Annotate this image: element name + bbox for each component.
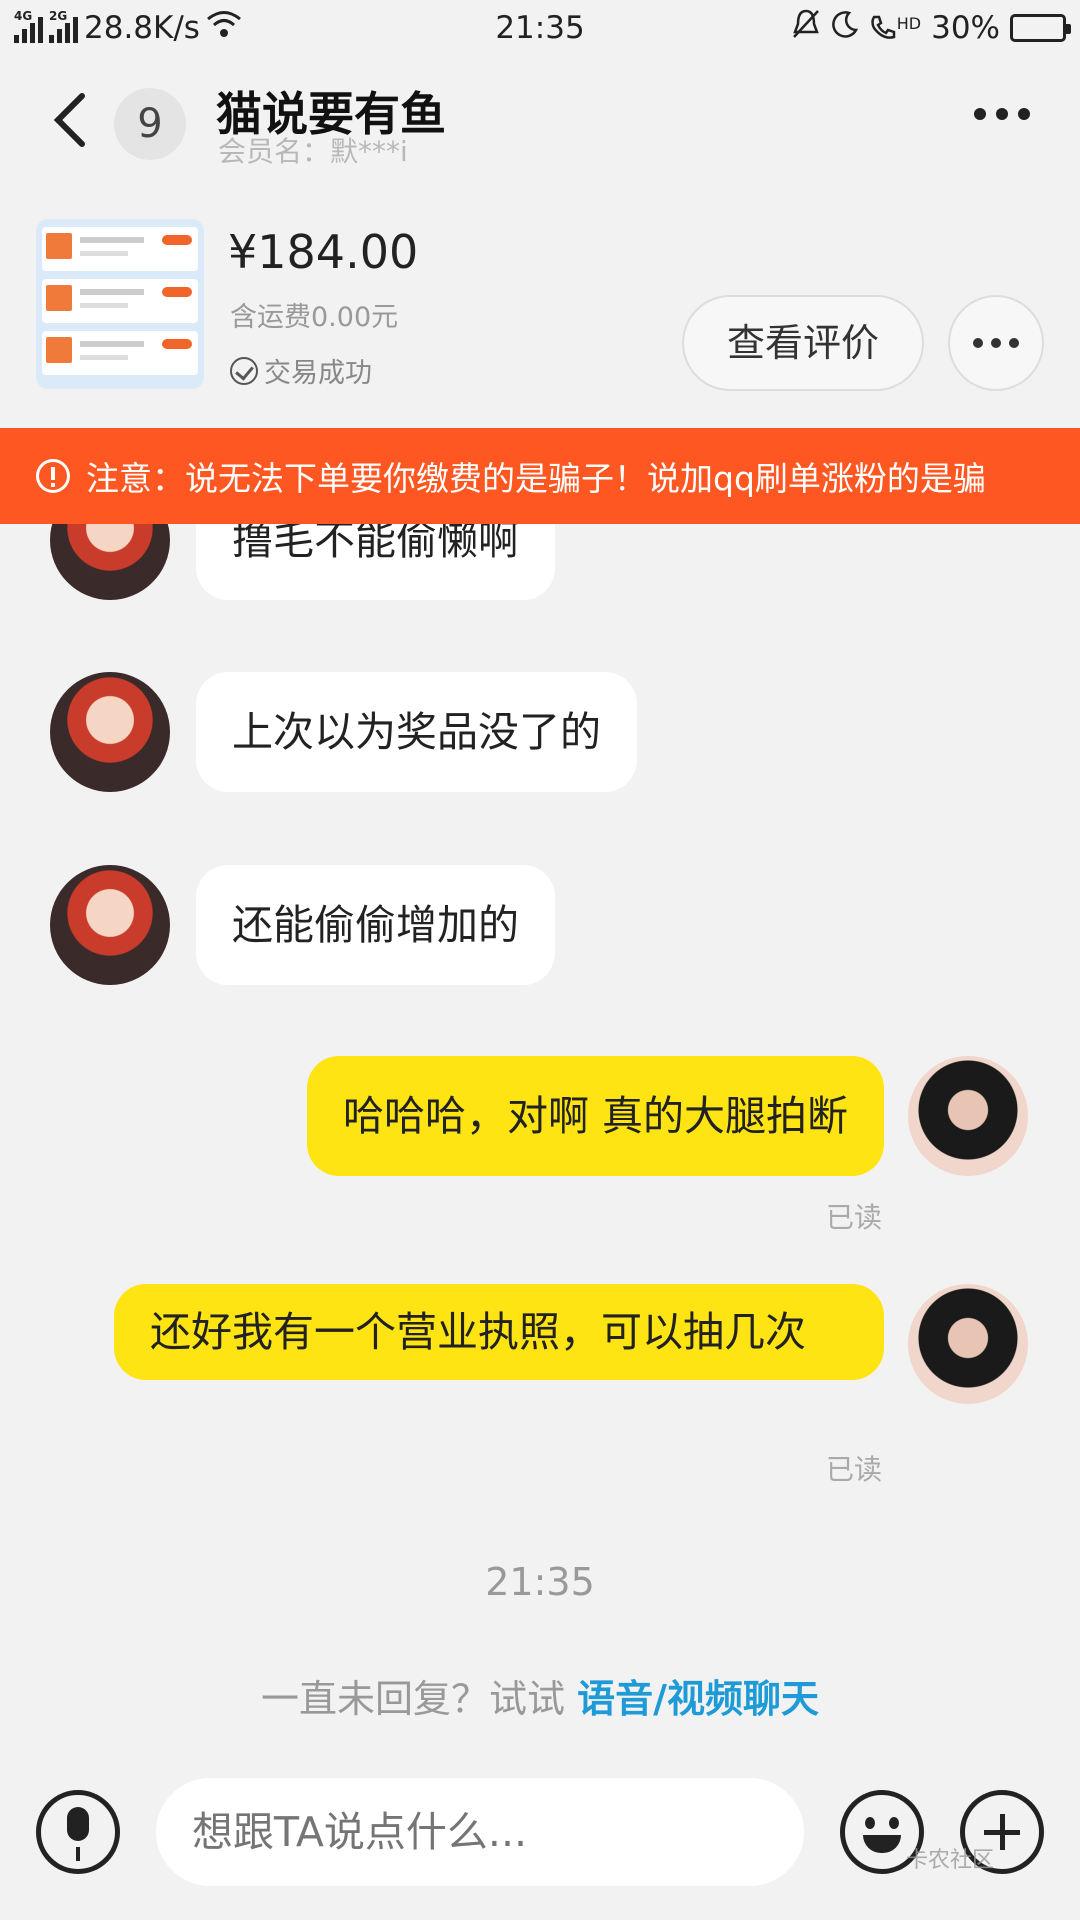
unread-count-badge[interactable]: 9	[114, 88, 186, 160]
message-bubble-outgoing[interactable]: 还好我有一个营业执照，可以抽几次	[114, 1284, 884, 1380]
coupon-graphic	[42, 331, 198, 375]
back-button[interactable]	[50, 90, 90, 150]
read-receipt: 已读	[826, 1453, 883, 1486]
battery-icon	[1010, 14, 1071, 42]
voice-video-call-link[interactable]: 语音/视频聊天	[577, 1677, 819, 1721]
call-suggestion-text: 一直未回复？试试	[261, 1677, 578, 1721]
message-input[interactable]	[156, 1778, 804, 1886]
status-right: HD 30%	[791, 8, 1071, 48]
check-circle-icon	[230, 356, 258, 385]
shipping-fee: 含运费0.00元	[230, 302, 399, 333]
my-avatar[interactable]	[908, 1056, 1028, 1176]
read-receipt: 已读	[826, 1201, 883, 1234]
order-status: 交易成功	[230, 351, 372, 390]
coupon-graphic	[42, 227, 198, 271]
chat-header: 9 猫说要有鱼 会员名：默***i	[0, 60, 1080, 190]
microphone-button[interactable]	[36, 1790, 120, 1874]
message-bubble-outgoing[interactable]: 哈哈哈，对啊 真的大腿拍断	[306, 1056, 884, 1176]
contact-avatar[interactable]	[50, 672, 170, 792]
message-bubble-incoming[interactable]: 上次以为奖品没了的	[196, 672, 637, 792]
my-avatar[interactable]	[908, 1284, 1028, 1404]
watermark-logo: 卡农社区	[906, 1848, 995, 1873]
member-name: 会员名：默***i	[218, 135, 408, 168]
coupon-graphic	[42, 279, 198, 323]
order-card[interactable]: ¥184.00 含运费0.00元 交易成功 查看评价	[0, 215, 1080, 395]
moon-icon	[831, 10, 859, 46]
chat-timestamp: 21:35	[485, 1560, 595, 1604]
order-status-label: 交易成功	[264, 358, 372, 389]
mute-bell-icon	[791, 8, 821, 48]
more-options-button[interactable]	[974, 108, 1030, 120]
order-price: ¥184.00	[228, 225, 419, 279]
product-thumbnail[interactable]	[36, 219, 204, 389]
fraud-warning-banner: 注意：说无法下单要你缴费的是骗子！说加qq刷单涨粉的是骗	[0, 428, 1080, 524]
status-bar: 4G 2G 28.8K/s 21:35 HD 30%	[0, 0, 1080, 56]
warning-text: 注意：说无法下单要你缴费的是骗子！说加qq刷单涨粉的是骗	[86, 459, 986, 498]
hd-call-icon: HD	[869, 14, 921, 42]
composer-bar: 卡农社区	[0, 1760, 1080, 1920]
view-review-button[interactable]: 查看评价	[682, 295, 924, 391]
hd-label: HD	[896, 14, 922, 33]
message-bubble-incoming[interactable]: 还能偷偷增加的	[196, 865, 555, 985]
contact-avatar[interactable]	[50, 865, 170, 985]
battery-percent: 30%	[931, 10, 1000, 46]
alert-circle-icon	[36, 459, 70, 493]
order-more-button[interactable]	[948, 295, 1044, 391]
chevron-left-icon	[53, 93, 85, 147]
call-suggestion: 一直未回复？试试 语音/视频聊天	[0, 1668, 1080, 1723]
